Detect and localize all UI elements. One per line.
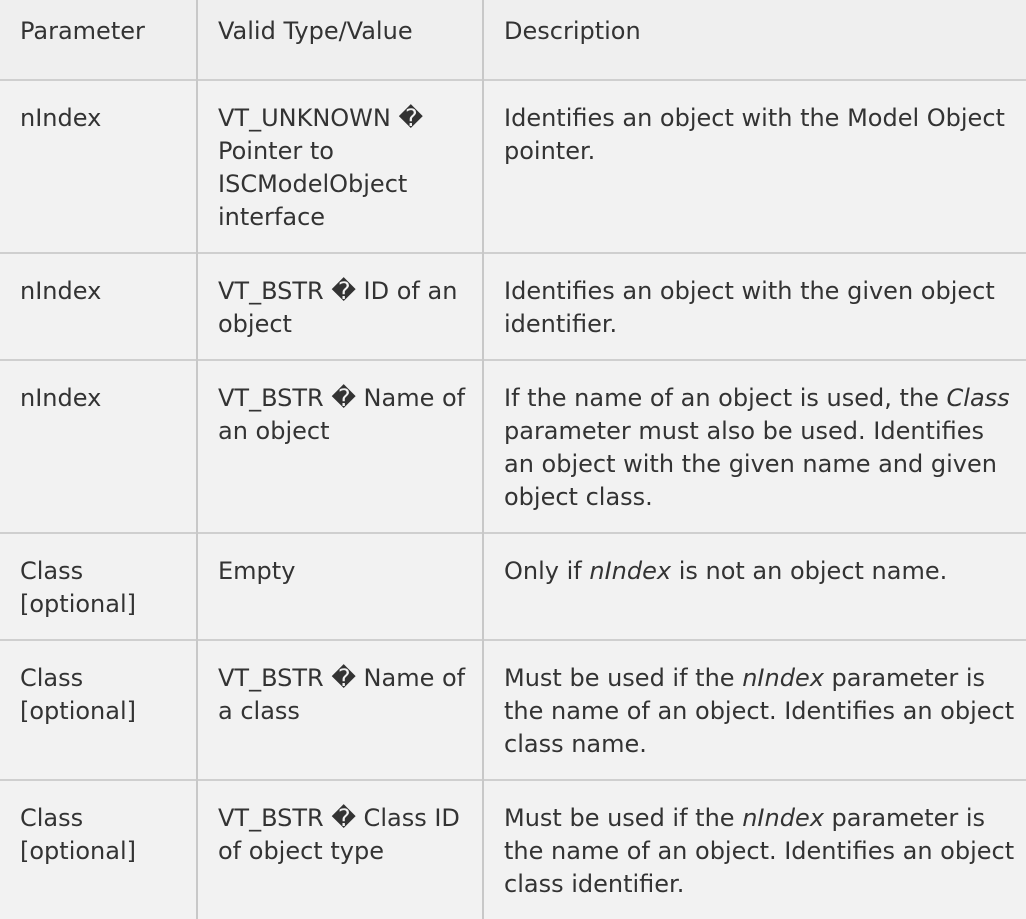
parameter-cell: nIndex bbox=[0, 79, 197, 253]
type-cell: VT_UNKNOWN � Pointer to ISCModelObject i… bbox=[196, 79, 483, 253]
description-cell: Must be used if the nIndex parameter is … bbox=[482, 639, 1026, 780]
description-cell: Identifies an object with the given obje… bbox=[482, 252, 1026, 360]
parameter-cell: Class [optional] bbox=[0, 779, 197, 919]
description-italic-text: nIndex bbox=[742, 664, 824, 692]
type-cell: VT_BSTR � ID of an object bbox=[196, 252, 483, 360]
column-header-valid-type: Valid Type/Value bbox=[196, 0, 483, 80]
description-cell: If the name of an object is used, the Cl… bbox=[482, 359, 1026, 533]
table-row: nIndex VT_BSTR � Name of an object If th… bbox=[0, 359, 1026, 533]
type-cell: VT_BSTR � Name of an object bbox=[196, 359, 483, 533]
column-header-parameter: Parameter bbox=[0, 0, 197, 80]
description-text: If the name of an object is used, the bbox=[504, 384, 947, 412]
parameter-cell: nIndex bbox=[0, 252, 197, 360]
parameter-cell: Class [optional] bbox=[0, 639, 197, 780]
column-header-description: Description bbox=[482, 0, 1026, 80]
type-cell: VT_BSTR � Name of a class bbox=[196, 639, 483, 780]
description-text: Only if bbox=[504, 557, 590, 585]
description-text: is not an object name. bbox=[671, 557, 948, 585]
parameter-table: Parameter Valid Type/Value Description n… bbox=[0, 0, 1026, 919]
header-row: Parameter Valid Type/Value Description bbox=[0, 0, 1026, 80]
description-cell: Identifies an object with the Model Obje… bbox=[482, 79, 1026, 253]
table-row: Class [optional] Empty Only if nIndex is… bbox=[0, 532, 1026, 640]
description-italic-text: Class bbox=[946, 384, 1010, 412]
parameter-cell: Class [optional] bbox=[0, 532, 197, 640]
description-text: Identifies an object with the given obje… bbox=[504, 277, 995, 338]
description-text: parameter must also be used. Identifies … bbox=[504, 417, 997, 511]
description-text: Must be used if the bbox=[504, 664, 743, 692]
description-text: Identifies an object with the Model Obje… bbox=[504, 104, 1005, 165]
description-italic-text: nIndex bbox=[742, 804, 824, 832]
description-cell: Must be used if the nIndex parameter is … bbox=[482, 779, 1026, 919]
type-cell: Empty bbox=[196, 532, 483, 640]
description-cell: Only if nIndex is not an object name. bbox=[482, 532, 1026, 640]
parameter-cell: nIndex bbox=[0, 359, 197, 533]
description-italic-text: nIndex bbox=[589, 557, 672, 585]
description-text: Must be used if the bbox=[504, 804, 743, 832]
table-row: Class [optional] VT_BSTR � Class ID of o… bbox=[0, 779, 1026, 919]
type-cell: VT_BSTR � Class ID of object type bbox=[196, 779, 483, 919]
table-header: Parameter Valid Type/Value Description bbox=[0, 0, 1026, 80]
table-body: nIndex VT_UNKNOWN � Pointer to ISCModelO… bbox=[0, 79, 1026, 919]
table-row: nIndex VT_UNKNOWN � Pointer to ISCModelO… bbox=[0, 79, 1026, 253]
table-row: Class [optional] VT_BSTR � Name of a cla… bbox=[0, 639, 1026, 780]
table-row: nIndex VT_BSTR � ID of an object Identif… bbox=[0, 252, 1026, 360]
